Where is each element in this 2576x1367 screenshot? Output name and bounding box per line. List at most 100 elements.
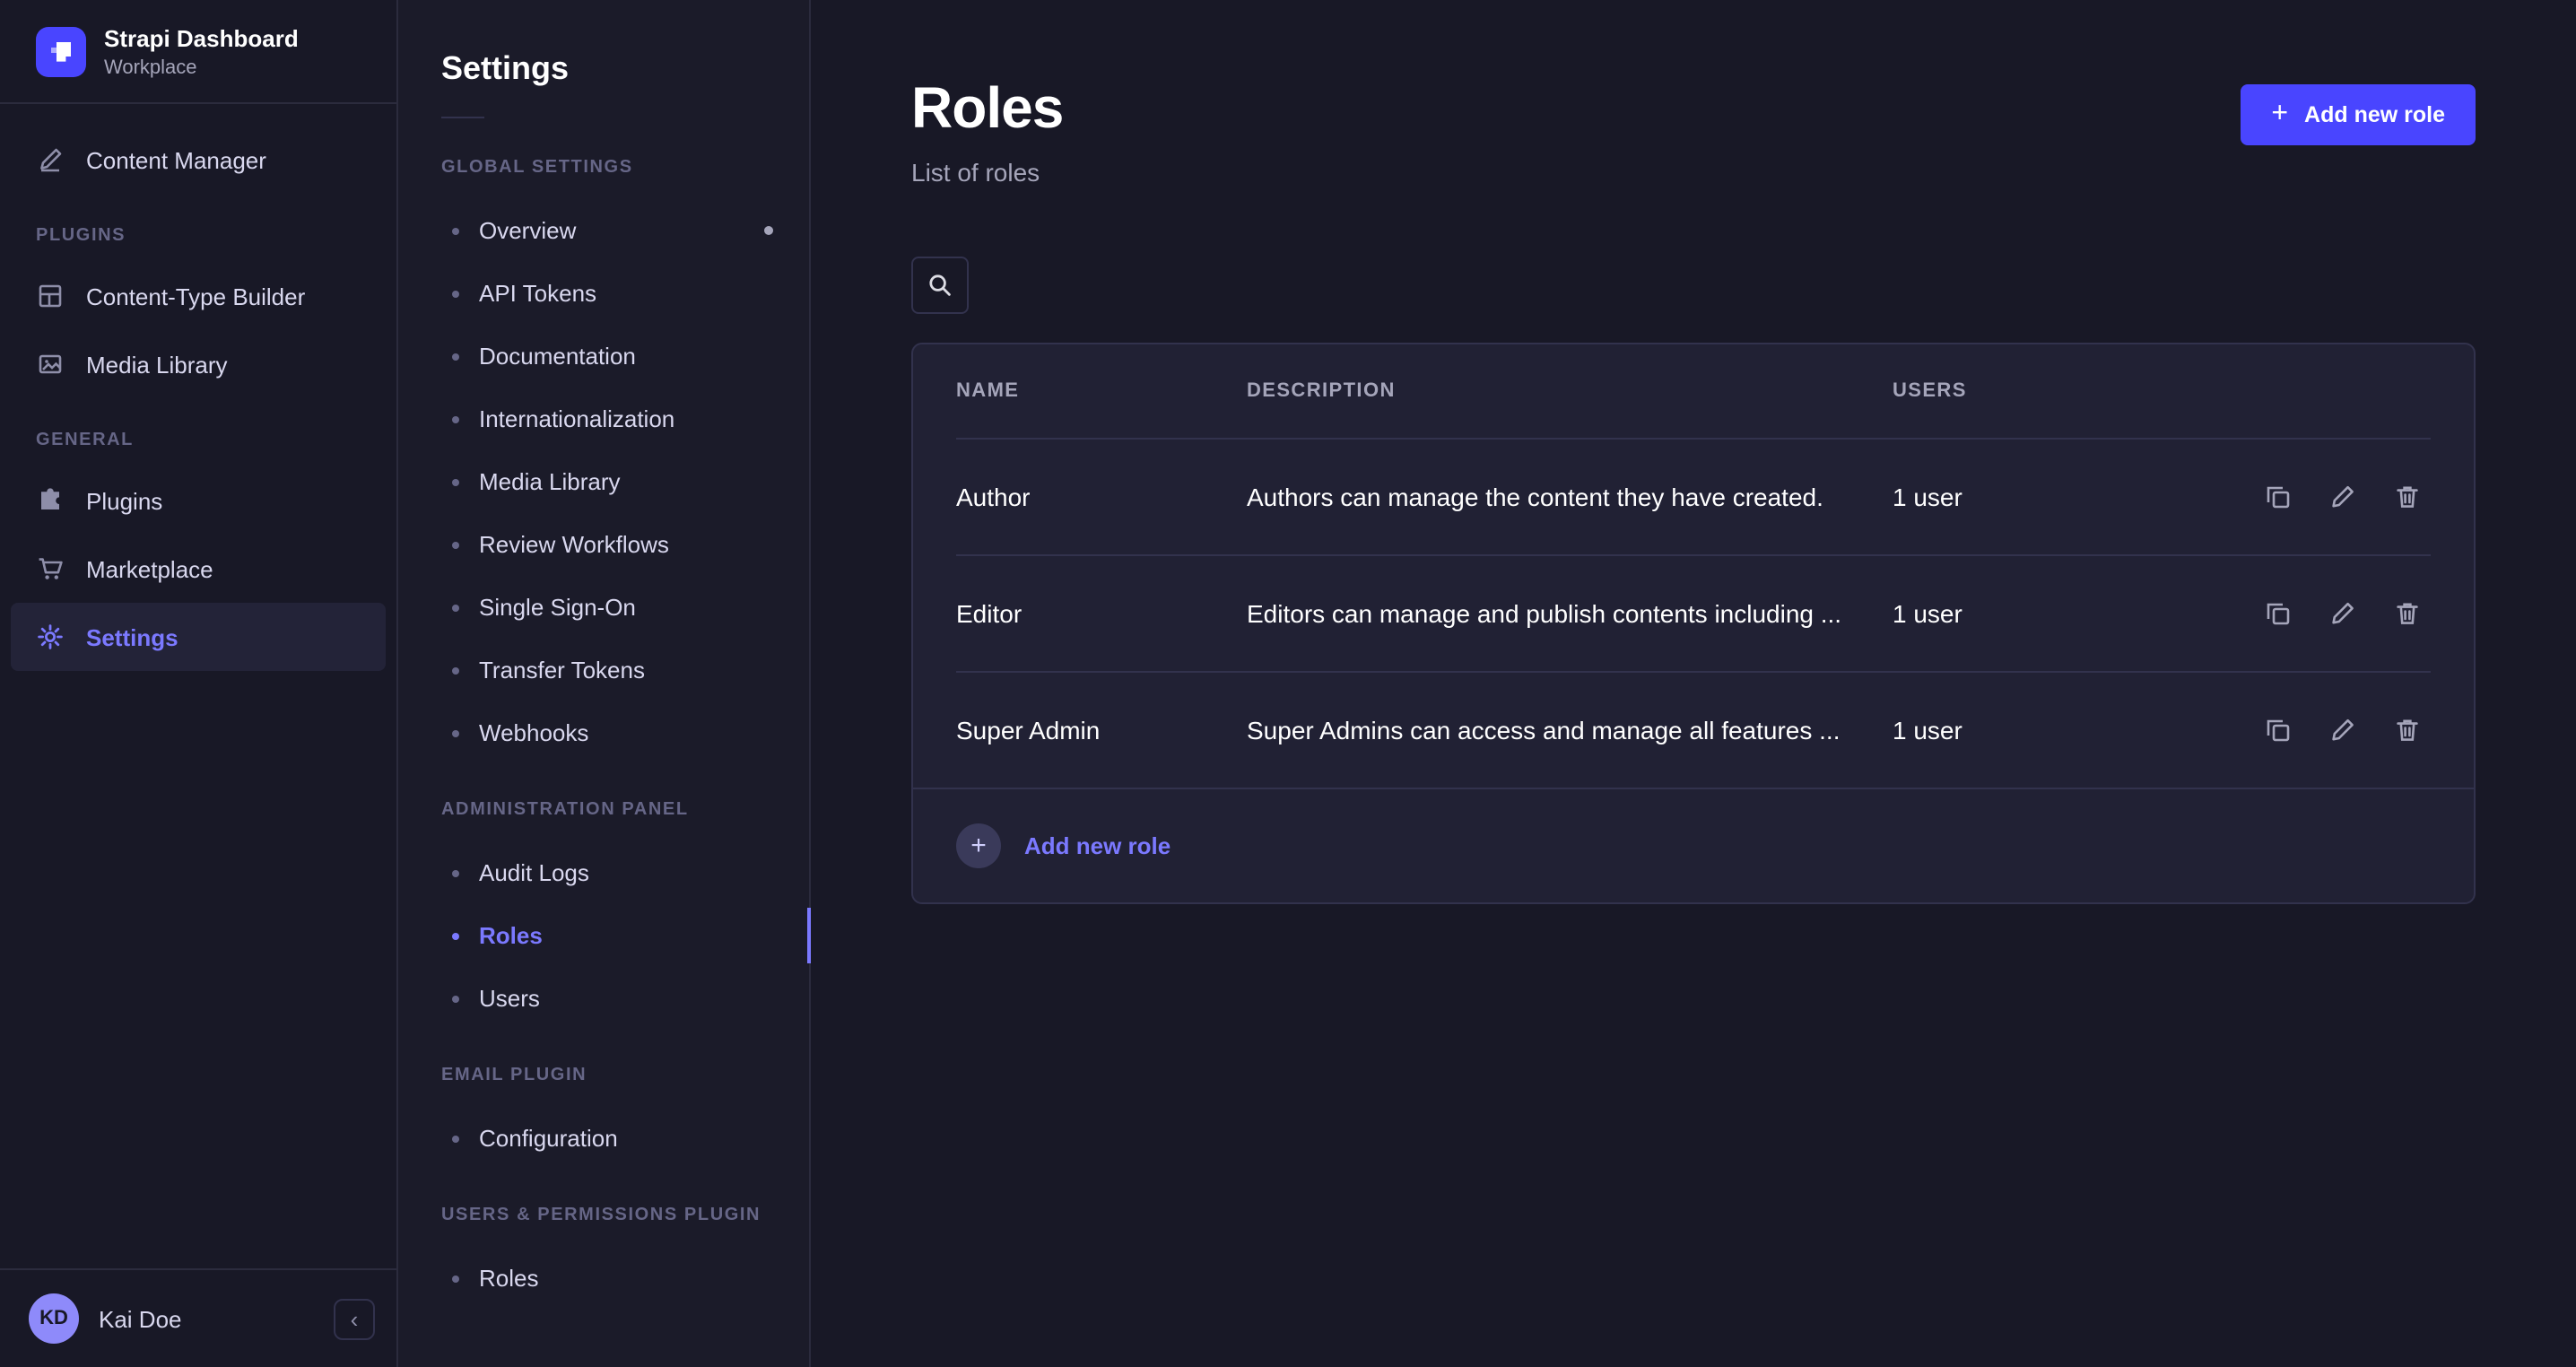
row-actions <box>2233 589 2431 636</box>
subnav-divider <box>441 117 484 118</box>
nav-section-general: GENERAL <box>0 398 396 466</box>
subnav-section-global-settings: GLOBAL SETTINGS <box>398 122 809 199</box>
sidebar-item-plugins[interactable]: Plugins <box>0 466 396 535</box>
page-subtitle: List of roles <box>911 158 1063 187</box>
subnav-item-overview[interactable]: Overview <box>398 199 809 262</box>
footer-add-role-label: Add new role <box>1024 832 1171 859</box>
bullet-icon <box>452 353 459 360</box>
subnav-item-webhooks[interactable]: Webhooks <box>398 701 809 764</box>
duplicate-button[interactable] <box>2255 706 2302 753</box>
subnav-item-api-tokens[interactable]: API Tokens <box>398 262 809 325</box>
role-users-count: 1 user <box>1893 598 2233 627</box>
table-row[interactable]: Super Admin Super Admins can access and … <box>913 671 2474 788</box>
app-window: Strapi Dashboard Workplace Content Manag… <box>0 0 2576 1367</box>
subnav-item-label: Media Library <box>479 468 621 495</box>
delete-button[interactable] <box>2384 706 2431 753</box>
layout-grid-icon <box>36 282 65 310</box>
subnav-item-review-workflows[interactable]: Review Workflows <box>398 513 809 576</box>
duplicate-button[interactable] <box>2255 589 2302 636</box>
edit-button[interactable] <box>2319 589 2366 636</box>
bullet-icon <box>452 227 459 234</box>
picture-icon <box>36 350 65 379</box>
bullet-icon <box>452 932 459 939</box>
bullet-icon <box>452 541 459 548</box>
active-indicator <box>807 908 811 963</box>
sidebar-item-label: Content Manager <box>86 146 266 173</box>
trash-icon <box>2393 598 2422 627</box>
column-header-users: USERS <box>1893 380 2233 402</box>
cart-icon <box>36 554 65 583</box>
trash-icon <box>2393 715 2422 744</box>
roles-table: NAME DESCRIPTION USERS Author Authors ca… <box>911 343 2476 904</box>
delete-button[interactable] <box>2384 589 2431 636</box>
duplicate-icon <box>2264 598 2293 627</box>
table-footer-add-role[interactable]: + Add new role <box>913 788 2474 902</box>
edit-button[interactable] <box>2319 473 2366 519</box>
subnav-item-documentation[interactable]: Documentation <box>398 325 809 387</box>
add-new-role-button[interactable]: + Add new role <box>2241 84 2476 145</box>
sidebar-item-label: Settings <box>86 623 178 650</box>
delete-button[interactable] <box>2384 473 2431 519</box>
avatar[interactable]: KD <box>29 1293 79 1344</box>
subnav-item-transfer-tokens[interactable]: Transfer Tokens <box>398 639 809 701</box>
subnav-item-label: Roles <box>479 922 543 949</box>
chevron-left-icon: ‹ <box>351 1307 359 1330</box>
plus-circle-icon: + <box>956 823 1001 868</box>
role-description: Super Admins can access and manage all f… <box>1247 715 1893 744</box>
subnav-item-audit-logs[interactable]: Audit Logs <box>398 841 809 904</box>
subnav-item-label: API Tokens <box>479 280 596 307</box>
subnav-item-label: Configuration <box>479 1125 618 1152</box>
bullet-icon <box>452 478 459 485</box>
user-name: Kai Doe <box>99 1305 314 1332</box>
subnav-item-label: Documentation <box>479 343 636 370</box>
subnav-item-label: Roles <box>479 1265 539 1292</box>
sidebar-item-content-manager[interactable]: Content Manager <box>0 126 396 194</box>
pencil-icon <box>2328 482 2357 510</box>
bullet-icon <box>452 869 459 876</box>
pencil-icon <box>2328 598 2357 627</box>
bullet-icon <box>452 729 459 736</box>
role-users-count: 1 user <box>1893 715 2233 744</box>
bullet-icon <box>452 604 459 611</box>
sidebar-item-marketplace[interactable]: Marketplace <box>0 535 396 603</box>
sidebar-item-settings[interactable]: Settings <box>11 603 386 671</box>
trash-icon <box>2393 482 2422 510</box>
notification-dot <box>764 226 773 235</box>
role-description: Editors can manage and publish contents … <box>1247 598 1893 627</box>
bullet-icon <box>452 1275 459 1282</box>
collapse-sidebar-button[interactable]: ‹ <box>334 1298 375 1339</box>
bullet-icon <box>452 290 459 297</box>
subnav-item-internationalization[interactable]: Internationalization <box>398 387 809 450</box>
strapi-logo-icon <box>36 27 86 77</box>
plus-icon: + <box>2271 104 2288 126</box>
subnav-item-up-roles[interactable]: Roles <box>398 1247 809 1310</box>
sidebar-item-media-library[interactable]: Media Library <box>0 330 396 398</box>
subnav-item-single-sign-on[interactable]: Single Sign-On <box>398 576 809 639</box>
search-button[interactable] <box>911 257 969 314</box>
sidebar-item-label: Plugins <box>86 487 162 514</box>
bullet-icon <box>452 995 459 1002</box>
column-header-name: NAME <box>956 380 1247 402</box>
subnav-item-users[interactable]: Users <box>398 967 809 1030</box>
table-row[interactable]: Editor Editors can manage and publish co… <box>913 554 2474 671</box>
subnav-item-media-library[interactable]: Media Library <box>398 450 809 513</box>
duplicate-button[interactable] <box>2255 473 2302 519</box>
subnav-section-email-plugin: EMAIL PLUGIN <box>398 1030 809 1107</box>
sidebar-item-label: Media Library <box>86 351 228 378</box>
subnav-item-configuration[interactable]: Configuration <box>398 1107 809 1170</box>
main-sidebar: Strapi Dashboard Workplace Content Manag… <box>0 0 398 1367</box>
sidebar-item-label: Content-Type Builder <box>86 283 305 309</box>
duplicate-icon <box>2264 715 2293 744</box>
subnav-item-roles[interactable]: Roles <box>398 904 809 967</box>
brand-title: Strapi Dashboard <box>104 25 299 52</box>
table-header-row: NAME DESCRIPTION USERS <box>913 344 2474 438</box>
subnav-section-administration-panel: ADMINISTRATION PANEL <box>398 764 809 841</box>
edit-button[interactable] <box>2319 706 2366 753</box>
brand[interactable]: Strapi Dashboard Workplace <box>0 0 396 104</box>
table-row[interactable]: Author Authors can manage the content th… <box>913 438 2474 554</box>
subnav-item-label: Single Sign-On <box>479 594 636 621</box>
pencil-icon <box>2328 715 2357 744</box>
gear-icon <box>36 623 65 651</box>
sidebar-item-content-type-builder[interactable]: Content-Type Builder <box>0 262 396 330</box>
subnav-title: Settings <box>398 0 809 88</box>
